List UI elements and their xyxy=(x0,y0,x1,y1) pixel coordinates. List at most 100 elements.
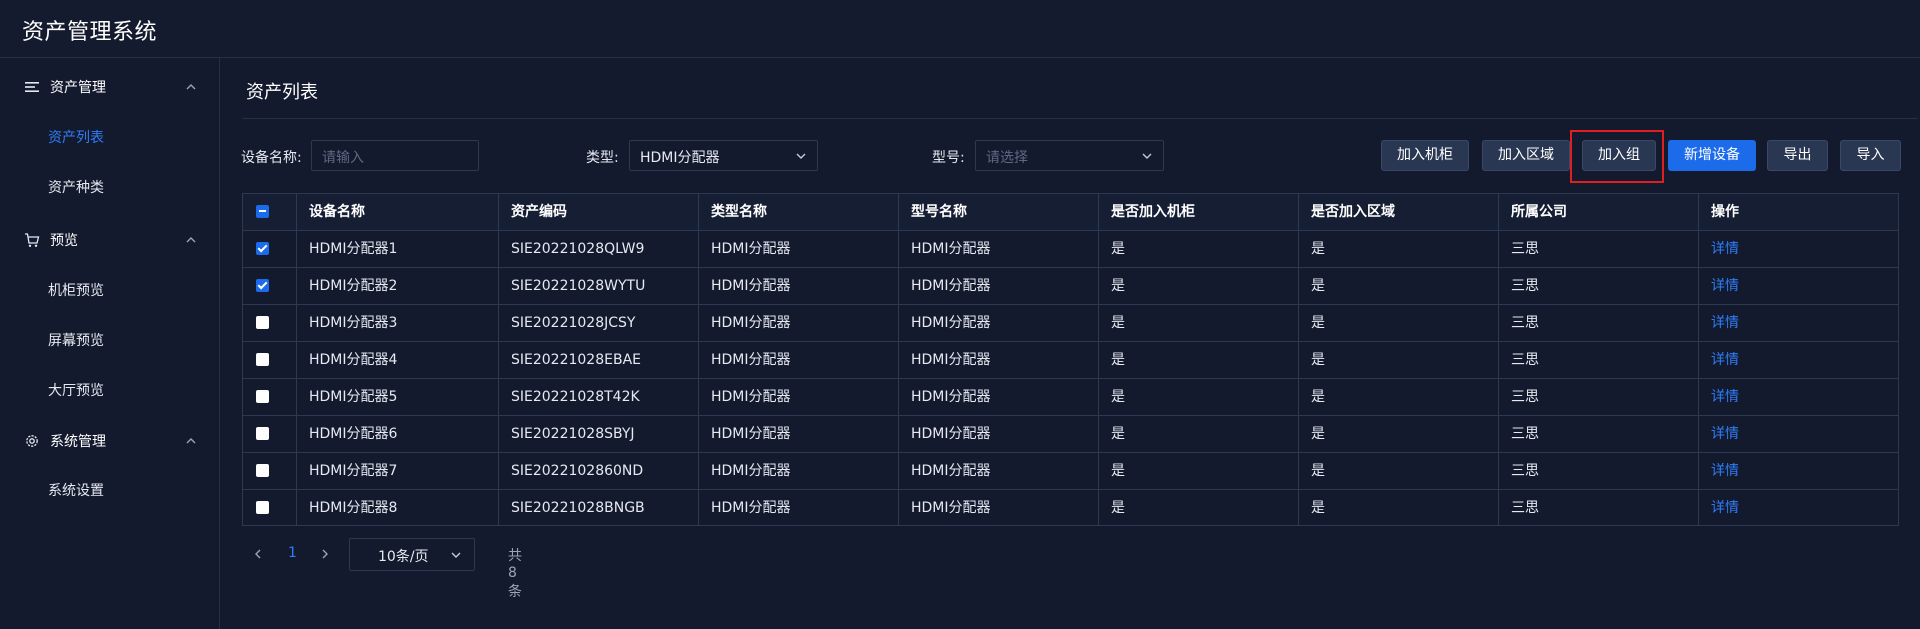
header-type-name[interactable]: 类型名称 xyxy=(698,194,898,230)
export-button[interactable]: 导出 xyxy=(1767,140,1828,171)
row-checkbox[interactable] xyxy=(256,501,269,514)
detail-link[interactable]: 详情 xyxy=(1698,453,1899,489)
add-to-area-button[interactable]: 加入区域 xyxy=(1482,140,1570,171)
cell-type-name: HDMI分配器 xyxy=(698,305,898,341)
cell-in-cabinet: 是 xyxy=(1098,453,1298,489)
sidebar-item-label: 屏幕预览 xyxy=(48,333,104,349)
row-checkbox[interactable] xyxy=(256,242,269,255)
sidebar-item-system-settings[interactable]: 系统设置 xyxy=(0,472,219,508)
model-select[interactable]: 请选择 xyxy=(975,140,1164,171)
sidebar-group-asset-management[interactable]: 资产管理 xyxy=(0,69,219,105)
cell-type-name: HDMI分配器 xyxy=(698,490,898,526)
page-size-select[interactable]: 10条/页 xyxy=(349,538,475,571)
cell-model-name: HDMI分配器 xyxy=(898,416,1098,452)
input-placeholder: 请选择 xyxy=(986,150,1028,166)
chevron-left-icon[interactable] xyxy=(252,548,264,560)
header-model-name[interactable]: 型号名称 xyxy=(898,194,1098,230)
cell-device-name: HDMI分配器3 xyxy=(296,305,498,341)
cell-in-cabinet: 是 xyxy=(1098,490,1298,526)
sidebar-item-hall-preview[interactable]: 大厅预览 xyxy=(0,372,219,408)
row-checkbox-cell xyxy=(243,231,296,267)
row-checkbox[interactable] xyxy=(256,353,269,366)
detail-link[interactable]: 详情 xyxy=(1698,268,1899,304)
header-actions: 操作 xyxy=(1698,194,1899,230)
header-in-area[interactable]: 是否加入区域 xyxy=(1298,194,1498,230)
row-checkbox-cell xyxy=(243,379,296,415)
cell-company: 三思 xyxy=(1498,453,1698,489)
table-row: HDMI分配器3 SIE20221028JCSY HDMI分配器 HDMI分配器是是三… xyxy=(243,304,1898,341)
new-device-button[interactable]: 新增设备 xyxy=(1668,140,1756,171)
sidebar-item-cabinet-preview[interactable]: 机柜预览 xyxy=(0,272,219,308)
cell-device-name: HDMI分配器2 xyxy=(296,268,498,304)
input-placeholder: 请输入 xyxy=(322,150,364,166)
header-device-name[interactable]: 设备名称 xyxy=(296,194,498,230)
cell-model-name: HDMI分配器 xyxy=(898,268,1098,304)
cell-type-name: HDMI分配器 xyxy=(698,379,898,415)
type-label: 类型: xyxy=(586,150,619,166)
cell-in-cabinet: 是 xyxy=(1098,231,1298,267)
cell-company: 三思 xyxy=(1498,490,1698,526)
cell-model-name: HDMI分配器 xyxy=(898,305,1098,341)
detail-link[interactable]: 详情 xyxy=(1698,490,1899,526)
row-checkbox[interactable] xyxy=(256,279,269,292)
chevron-down-icon xyxy=(1142,153,1152,159)
table-row: HDMI分配器4 SIE20221028EBAE HDMI分配器 HDMI分配器是是三… xyxy=(243,341,1898,378)
cart-icon xyxy=(25,233,40,247)
sidebar-group-label: 系统管理 xyxy=(50,434,106,450)
page-number-current[interactable]: 1 xyxy=(288,545,297,561)
highlight-frame xyxy=(1570,130,1664,183)
chevron-right-icon[interactable] xyxy=(319,548,331,560)
sidebar-item-label: 机柜预览 xyxy=(48,283,104,299)
cell-in-area: 是 xyxy=(1298,342,1498,378)
sidebar-item-asset-list[interactable]: 资产列表 xyxy=(0,119,219,155)
cell-asset-code: SIE20221028BNGB xyxy=(498,490,698,526)
cell-device-name: HDMI分配器6 xyxy=(296,416,498,452)
cell-asset-code: SIE20221028JCSY xyxy=(498,305,698,341)
divider xyxy=(242,118,1918,119)
cell-asset-code: SIE20221028T42K xyxy=(498,379,698,415)
sidebar-group-system-management[interactable]: 系统管理 xyxy=(0,423,219,459)
row-checkbox[interactable] xyxy=(256,464,269,477)
sidebar-item-asset-types[interactable]: 资产种类 xyxy=(0,169,219,205)
detail-link[interactable]: 详情 xyxy=(1698,416,1899,452)
list-icon xyxy=(25,82,39,92)
row-checkbox[interactable] xyxy=(256,316,269,329)
cell-in-area: 是 xyxy=(1298,490,1498,526)
detail-link[interactable]: 详情 xyxy=(1698,342,1899,378)
table-row: HDMI分配器1 SIE20221028QLW9 HDMI分配器 HDMI分配器是是三… xyxy=(243,230,1898,267)
row-checkbox-cell xyxy=(243,490,296,526)
row-checkbox[interactable] xyxy=(256,390,269,403)
select-all-checkbox[interactable] xyxy=(256,205,269,218)
cell-type-name: HDMI分配器 xyxy=(698,342,898,378)
app-title: 资产管理系统 xyxy=(22,20,158,45)
gear-icon xyxy=(26,435,38,447)
header-company[interactable]: 所属公司 xyxy=(1498,194,1698,230)
detail-link[interactable]: 详情 xyxy=(1698,305,1899,341)
cell-device-name: HDMI分配器1 xyxy=(296,231,498,267)
row-checkbox-cell xyxy=(243,342,296,378)
detail-link[interactable]: 详情 xyxy=(1698,379,1899,415)
cell-device-name: HDMI分配器4 xyxy=(296,342,498,378)
add-to-cabinet-button[interactable]: 加入机柜 xyxy=(1381,140,1469,171)
asset-table: 设备名称 资产编码 类型名称 型号名称 是否加入机柜 是否加入区域 所属公司 操… xyxy=(242,193,1899,526)
cell-in-area: 是 xyxy=(1298,416,1498,452)
cell-in-area: 是 xyxy=(1298,453,1498,489)
sidebar-item-screen-preview[interactable]: 屏幕预览 xyxy=(0,322,219,358)
cell-asset-code: SIE20221028SBYJ xyxy=(498,416,698,452)
row-checkbox[interactable] xyxy=(256,427,269,440)
device-name-input[interactable]: 请输入 xyxy=(311,140,479,171)
detail-link[interactable]: 详情 xyxy=(1698,231,1899,267)
cell-model-name: HDMI分配器 xyxy=(898,231,1098,267)
sidebar-group-preview[interactable]: 预览 xyxy=(0,222,219,258)
row-checkbox-cell xyxy=(243,453,296,489)
type-select[interactable]: HDMI分配器 xyxy=(629,140,818,171)
import-button[interactable]: 导入 xyxy=(1840,140,1901,171)
total-count: 共 8 条 xyxy=(508,548,522,600)
sidebar-group-label: 预览 xyxy=(50,233,78,249)
table-header: 设备名称 资产编码 类型名称 型号名称 是否加入机柜 是否加入区域 所属公司 操… xyxy=(243,194,1898,230)
cell-model-name: HDMI分配器 xyxy=(898,379,1098,415)
cell-type-name: HDMI分配器 xyxy=(698,268,898,304)
header-asset-code[interactable]: 资产编码 xyxy=(498,194,698,230)
header-in-cabinet[interactable]: 是否加入机柜 xyxy=(1098,194,1298,230)
cell-asset-code: SIE20221028QLW9 xyxy=(498,231,698,267)
